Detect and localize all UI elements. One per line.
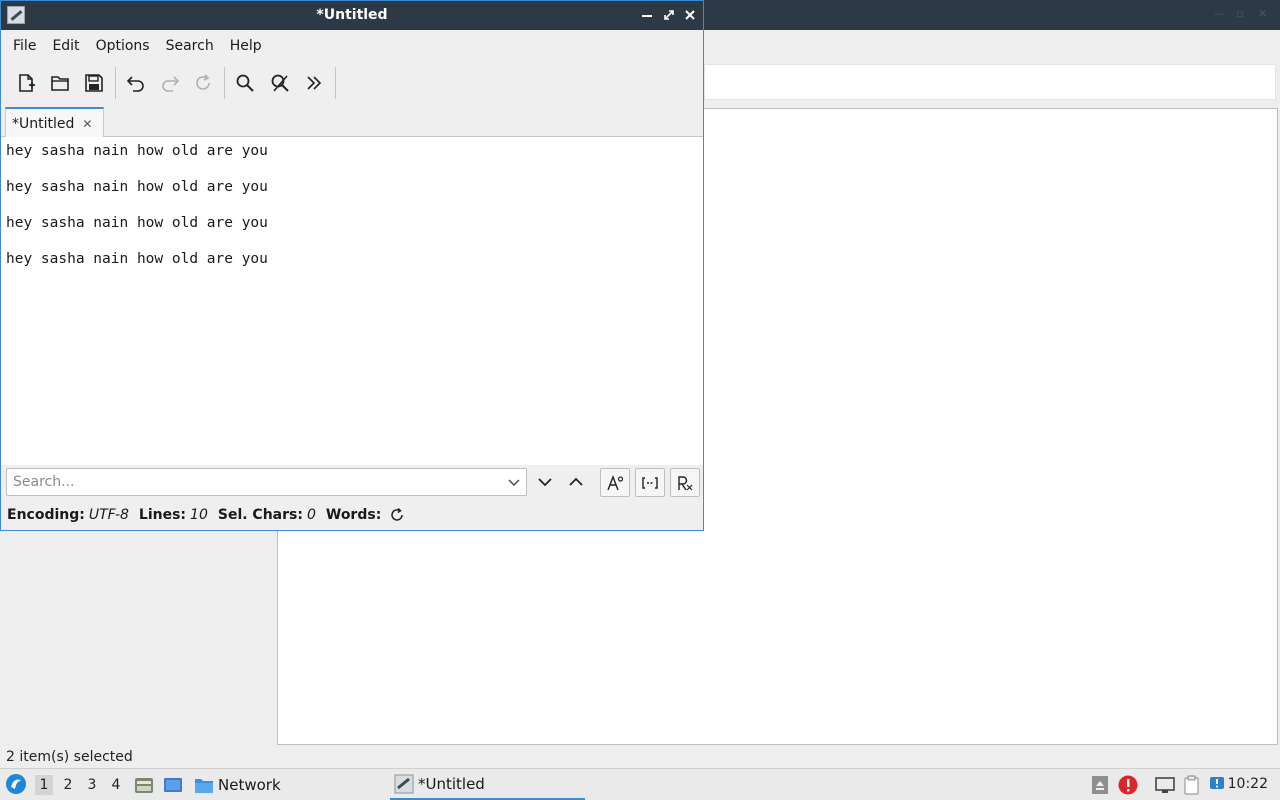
workspace-3[interactable]: 3: [83, 775, 101, 795]
redo-icon[interactable]: [156, 69, 184, 97]
editor-titlebar[interactable]: *Untitled: [1, 1, 703, 30]
whole-word-button[interactable]: [635, 468, 665, 497]
regex-icon: [678, 475, 693, 490]
refresh-icon[interactable]: [389, 507, 405, 523]
menu-search[interactable]: Search: [158, 38, 222, 54]
taskbar-network-label: Network: [218, 776, 281, 794]
workspace-4[interactable]: 4: [107, 775, 125, 795]
taskbar-editor-window[interactable]: *Untitled: [390, 769, 585, 800]
minimize-icon[interactable]: [639, 6, 655, 24]
match-case-icon: [607, 474, 624, 490]
encoding-value: UTF-8: [88, 507, 129, 523]
search-bar: [1, 465, 703, 501]
match-case-button[interactable]: [600, 468, 630, 497]
show-desktop-icon[interactable]: [163, 775, 183, 795]
toolbar-separator: [224, 67, 225, 99]
text-editor-app-icon: [394, 774, 414, 793]
more-chevrons-icon[interactable]: [300, 69, 328, 97]
menu-options[interactable]: Options: [88, 38, 158, 54]
background-side-pane[interactable]: [0, 530, 277, 745]
open-folder-icon[interactable]: [46, 69, 74, 97]
editor-window: *Untitled File Edit Options Search Help: [0, 0, 704, 531]
bg-close-icon[interactable]: ✕: [1258, 8, 1270, 20]
chevron-down-icon[interactable]: [506, 473, 522, 491]
text-line: hey sasha nain how old are you: [6, 179, 268, 195]
save-icon[interactable]: [80, 69, 108, 97]
new-document-icon[interactable]: [12, 69, 40, 97]
find-replace-icon[interactable]: [266, 69, 294, 97]
chevron-down-icon: [538, 478, 552, 487]
network-icon[interactable]: [1155, 775, 1175, 795]
menu-file[interactable]: File: [5, 38, 44, 54]
workspace-1[interactable]: 1: [35, 775, 53, 795]
clipboard-icon[interactable]: [1182, 775, 1202, 795]
lines-label: Lines:: [138, 507, 187, 523]
background-toolbar: [700, 30, 1280, 64]
undo-icon[interactable]: [122, 69, 150, 97]
text-line: hey sasha nain how old are you: [6, 143, 268, 159]
whole-word-icon: [642, 476, 658, 489]
toolbar-separator: [335, 67, 336, 99]
selected-chars-value: 0: [306, 507, 316, 523]
taskbar: 1 2 3 4 Network *Untitled 10:22: [0, 768, 1280, 800]
find-icon[interactable]: [231, 69, 259, 97]
words-label: Words:: [325, 507, 382, 523]
tab-close-icon[interactable]: ✕: [82, 117, 92, 131]
reload-icon[interactable]: [189, 69, 217, 97]
text-editing-area[interactable]: hey sasha nain how old are you hey sasha…: [1, 137, 703, 465]
workspace-2[interactable]: 2: [59, 775, 77, 795]
search-combo[interactable]: [6, 468, 527, 496]
toolbar-separator: [115, 67, 116, 99]
chevron-up-icon: [569, 477, 583, 486]
tab-bar: *Untitled ✕: [1, 105, 703, 138]
bg-maximize-icon[interactable]: ▫: [1236, 8, 1248, 20]
find-previous-button[interactable]: [565, 471, 587, 493]
search-input[interactable]: [7, 469, 502, 495]
taskbar-network-window[interactable]: Network: [194, 773, 281, 797]
maximize-icon[interactable]: [661, 6, 677, 24]
tab-label: *Untitled: [12, 115, 75, 132]
menu-bar: File Edit Options Search Help: [1, 30, 703, 61]
background-status-text: 2 item(s) selected: [6, 749, 133, 765]
window-title: *Untitled: [316, 7, 388, 23]
menu-help[interactable]: Help: [222, 38, 270, 54]
alert-icon[interactable]: [1118, 775, 1138, 795]
file-manager-launcher-icon[interactable]: [134, 775, 154, 795]
background-path-bar[interactable]: [704, 64, 1276, 100]
notification-icon[interactable]: [1208, 775, 1228, 795]
clock[interactable]: 10:22: [1228, 776, 1268, 792]
taskbar-editor-label: *Untitled: [418, 774, 485, 793]
tab-untitled[interactable]: *Untitled ✕: [5, 107, 104, 138]
eject-icon[interactable]: [1090, 775, 1110, 795]
menu-edit[interactable]: Edit: [44, 38, 87, 54]
regex-button[interactable]: [670, 468, 700, 497]
folder-icon: [195, 779, 213, 793]
find-next-button[interactable]: [534, 471, 556, 493]
text-line: hey sasha nain how old are you: [6, 251, 268, 267]
status-bar: Encoding: UTF-8 Lines: 10 Sel. Chars: 0 …: [1, 503, 703, 527]
start-menu-icon[interactable]: [5, 773, 27, 795]
lines-value: 10: [190, 507, 208, 523]
toolbar: [1, 63, 703, 103]
text-line: hey sasha nain how old are you: [6, 215, 268, 231]
encoding-label: Encoding:: [7, 507, 85, 523]
bg-minimize-icon[interactable]: —: [1214, 8, 1226, 20]
selected-chars-label: Sel. Chars:: [217, 507, 303, 523]
close-icon[interactable]: [682, 6, 698, 24]
